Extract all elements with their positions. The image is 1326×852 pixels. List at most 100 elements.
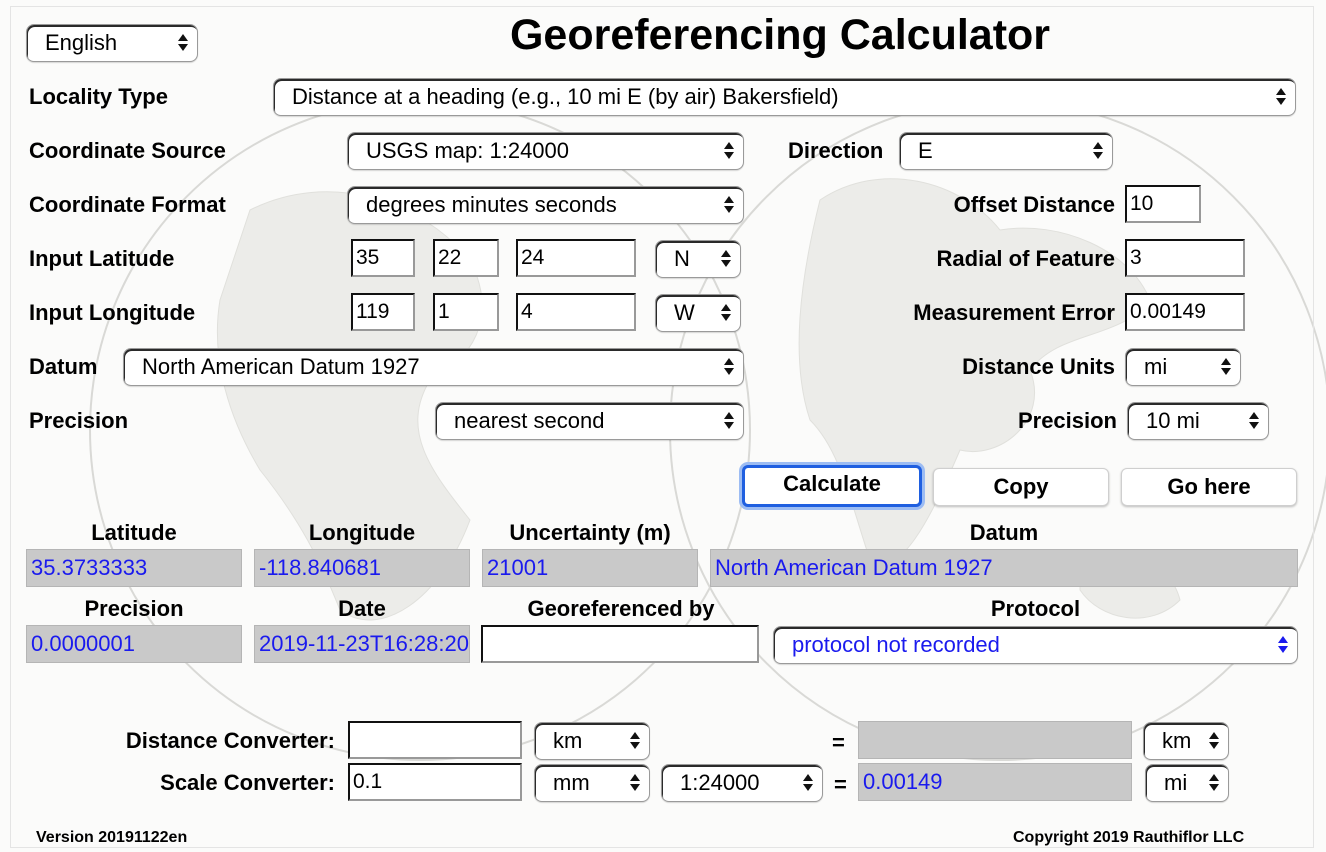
result-precision-header: Precision [84,596,184,621]
select-arrows-icon [629,731,641,751]
select-arrows-icon [723,141,735,161]
scale-converter-to-unit-value: mi [1164,770,1188,795]
distance-converter-output[interactable] [858,721,1132,759]
page-title: Georeferencing Calculator [509,11,1051,59]
language-select-value: English [45,30,118,55]
select-arrows-icon [723,195,735,215]
distance-converter-equals: = [832,730,845,755]
longitude-hemisphere-select[interactable]: W [655,294,741,332]
locality-type-label: Locality Type [29,84,168,109]
distance-units-value: mi [1144,354,1168,379]
distance-precision-label: Precision [1017,408,1117,433]
distance-converter-to-unit-value: km [1162,728,1192,753]
datum-select[interactable]: North American Datum 1927 [123,348,744,386]
direction-value: E [918,138,933,163]
result-longitude-output[interactable]: -118.840681 [254,549,470,587]
coordinate-source-label: Coordinate Source [29,138,226,163]
select-arrows-icon [720,249,732,269]
select-arrows-icon [629,773,641,793]
longitude-minutes-input[interactable]: 1 [433,293,499,331]
result-uncertainty-output[interactable]: 21001 [482,549,698,587]
version-text: Version 20191122en [36,829,188,846]
scale-converter-output[interactable]: 0.00149 [858,763,1132,801]
distance-units-label: Distance Units [962,354,1115,379]
select-arrows-icon [1275,87,1287,107]
scale-converter-input[interactable]: 0.1 [348,763,522,801]
scale-converter-scale-value: 1:24000 [680,770,760,795]
coordinate-precision-value: nearest second [454,408,605,433]
distance-converter-from-unit-value: km [553,728,583,753]
latitude-minutes-input[interactable]: 22 [433,239,499,277]
coordinate-source-value: USGS map: 1:24000 [366,138,570,163]
scale-converter-label: Scale Converter: [160,770,335,795]
result-latitude-header: Latitude [91,520,177,545]
coordinate-precision-select[interactable]: nearest second [435,402,744,440]
result-latitude-output[interactable]: 35.3733333 [26,549,242,587]
select-arrows-icon [1220,357,1232,377]
go-here-button[interactable]: Go here [1121,468,1297,506]
longitude-hemisphere-value: W [674,300,695,325]
latitude-degrees-input[interactable]: 35 [351,239,415,277]
select-arrows-icon [802,773,814,793]
distance-precision-value: 10 mi [1146,408,1200,433]
protocol-header: Protocol [990,596,1081,621]
input-longitude-label: Input Longitude [29,300,196,325]
distance-converter-label: Distance Converter: [125,728,335,753]
coordinate-source-select[interactable]: USGS map: 1:24000 [347,132,744,170]
result-datum-header: Datum [969,520,1039,545]
radial-of-feature-input[interactable]: 3 [1125,239,1245,277]
result-longitude-header: Longitude [308,520,416,545]
coordinate-precision-label: Precision [29,408,129,433]
distance-converter-from-unit-select[interactable]: km [534,722,650,760]
locality-type-select[interactable]: Distance at a heading (e.g., 10 mi E (by… [273,78,1296,116]
select-arrows-icon [723,411,735,431]
direction-select[interactable]: E [899,132,1113,170]
select-arrows-icon [720,303,732,323]
protocol-select[interactable]: protocol not recorded [773,626,1298,664]
offset-distance-input[interactable]: 10 [1125,185,1201,223]
copy-button[interactable]: Copy [933,468,1109,506]
select-arrows-icon [177,33,189,53]
measurement-error-label: Measurement Error [913,300,1115,325]
scale-converter-equals: = [834,772,847,797]
locality-type-value: Distance at a heading (e.g., 10 mi E (by… [292,84,839,109]
scale-converter-to-unit-select[interactable]: mi [1145,764,1229,802]
result-date-header: Date [338,596,386,621]
longitude-seconds-input[interactable]: 4 [516,293,636,331]
scale-converter-from-unit-select[interactable]: mm [534,764,650,802]
latitude-seconds-input[interactable]: 24 [516,239,636,277]
scale-converter-scale-select[interactable]: 1:24000 [661,764,823,802]
select-arrows-icon [723,357,735,377]
calculate-button[interactable]: Calculate [742,465,922,507]
select-arrows-icon [1248,411,1260,431]
result-uncertainty-header: Uncertainty (m) [509,520,671,545]
latitude-hemisphere-select[interactable]: N [655,240,741,278]
coordinate-format-select[interactable]: degrees minutes seconds [347,186,744,224]
georeferenced-by-input[interactable] [481,625,759,663]
result-datum-output[interactable]: North American Datum 1927 [710,549,1298,587]
datum-label: Datum [29,354,98,379]
offset-distance-label: Offset Distance [953,192,1115,217]
language-select[interactable]: English [26,24,198,62]
result-date-output[interactable]: 2019-11-23T16:28:20 [254,625,470,663]
distance-units-select[interactable]: mi [1125,348,1241,386]
scale-converter-from-unit-value: mm [553,770,590,795]
copyright-text: Copyright 2019 Rauthiflor LLC [1013,829,1245,846]
select-arrows-icon [1277,635,1289,655]
distance-converter-to-unit-select[interactable]: km [1143,722,1229,760]
latitude-hemisphere-value: N [674,246,690,271]
coordinate-format-label: Coordinate Format [29,192,226,217]
protocol-value: protocol not recorded [792,632,1000,657]
result-precision-output[interactable]: 0.0000001 [26,625,242,663]
coordinate-format-value: degrees minutes seconds [366,192,617,217]
distance-precision-select[interactable]: 10 mi [1127,402,1269,440]
measurement-error-input[interactable]: 0.00149 [1125,293,1245,331]
distance-converter-input[interactable] [348,721,522,759]
longitude-degrees-input[interactable]: 119 [351,293,415,331]
select-arrows-icon [1208,731,1220,751]
radial-of-feature-label: Radial of Feature [936,246,1115,271]
direction-label: Direction [788,138,884,163]
georeferenced-by-header: Georeferenced by [527,596,715,621]
input-latitude-label: Input Latitude [29,246,175,271]
select-arrows-icon [1092,141,1104,161]
